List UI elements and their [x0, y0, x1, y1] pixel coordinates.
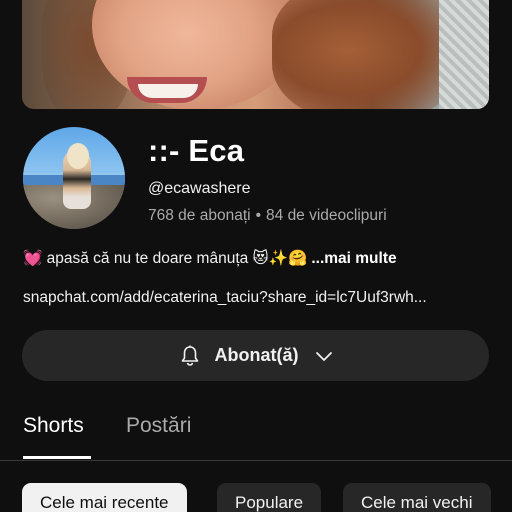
- filter-chip-recent[interactable]: Cele mai recente: [22, 483, 187, 512]
- channel-description[interactable]: 💓 apasă că nu te doare mânuța 😻✨🤗 ...mai …: [23, 249, 397, 268]
- tab-shorts[interactable]: Shorts: [23, 414, 84, 438]
- banner-hair-right: [272, 0, 462, 109]
- channel-tabs: Shorts Postări: [0, 405, 512, 461]
- channel-stats: 768 de abonați • 84 de videoclipuri: [148, 207, 387, 225]
- tab-posts[interactable]: Postări: [126, 414, 191, 438]
- channel-handle: @ecawashere: [148, 180, 251, 197]
- active-tab-indicator: [23, 456, 91, 459]
- stats-separator: •: [255, 207, 262, 224]
- filter-chip-popular[interactable]: Populare: [217, 483, 322, 512]
- channel-name: ::- Eca: [148, 133, 245, 168]
- video-count: 84 de videoclipuri: [266, 207, 387, 224]
- channel-banner: [22, 0, 489, 109]
- filter-chip-oldest[interactable]: Cele mai vechi: [343, 483, 491, 512]
- channel-page: ::- Eca @ecawashere 768 de abonați • 84 de…: [0, 0, 512, 512]
- bell-icon: [177, 343, 203, 369]
- channel-link[interactable]: snapchat.com/add/ecaterina_taciu?share_i…: [23, 289, 493, 307]
- channel-avatar[interactable]: [23, 127, 125, 229]
- more-link[interactable]: ...mai multe: [311, 250, 396, 267]
- banner-background-wall: [439, 0, 489, 109]
- avatar-person-hair: [67, 143, 89, 169]
- subscriber-count: 768 de abonați: [148, 207, 251, 224]
- subscribed-label: Abonat(ă): [214, 345, 299, 365]
- subscribed-button[interactable]: Abonat(ă): [22, 330, 489, 381]
- description-text: 💓 apasă că nu te doare mânuța 😻✨🤗: [23, 250, 308, 267]
- banner-teeth: [138, 84, 198, 98]
- chevron-down-icon: [313, 345, 335, 367]
